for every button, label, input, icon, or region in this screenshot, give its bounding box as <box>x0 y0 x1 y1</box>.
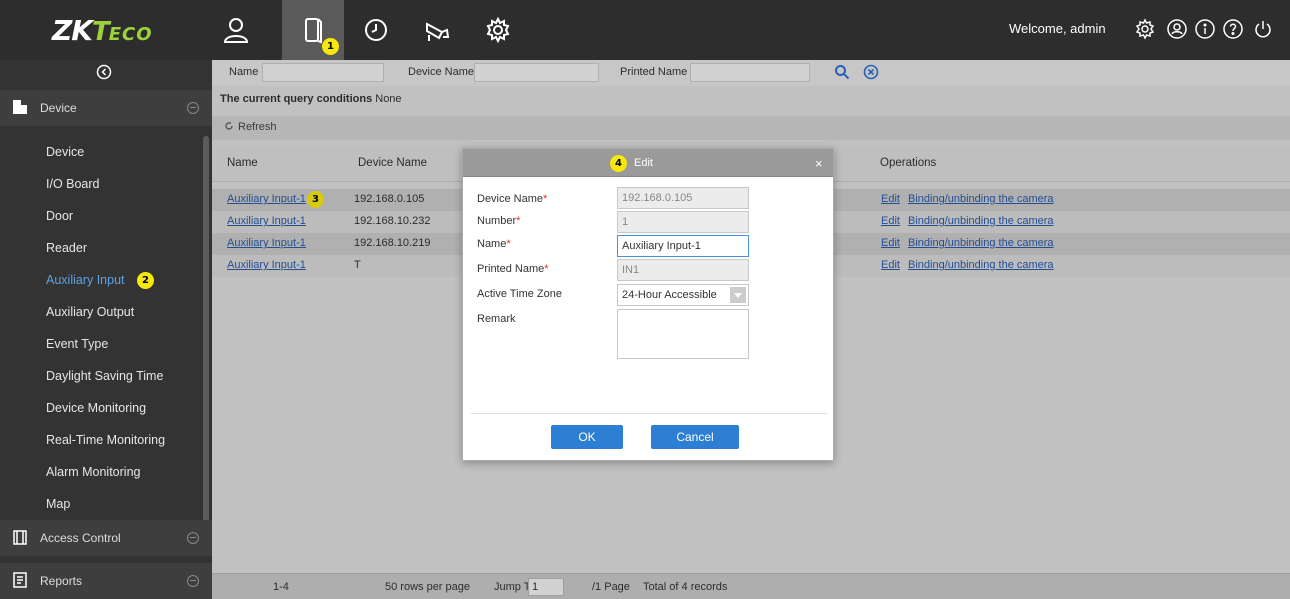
sidebar-group-reports[interactable]: Reports <box>0 563 212 599</box>
video-nav-icon[interactable] <box>406 0 468 60</box>
sidebar-item-device-monitoring[interactable]: Device Monitoring <box>0 392 200 424</box>
zkteco-logo: ZKTECO <box>52 14 153 47</box>
group-label: Reports <box>40 574 83 588</box>
sidebar-item-label: Reader <box>46 241 87 255</box>
step-marker-1: 1 <box>322 38 339 55</box>
sidebar: Device Device I/O Board Door Reader Auxiliar… <box>0 60 212 599</box>
sidebar-item-label: I/O Board <box>46 177 100 191</box>
device-icon <box>13 100 27 114</box>
personnel-nav-icon[interactable] <box>205 0 267 60</box>
group-label: Device <box>40 101 77 115</box>
dialog-title-bar[interactable]: 4 Edit × <box>463 149 833 177</box>
sidebar-item-event-type[interactable]: Event Type <box>0 328 200 360</box>
sidebar-item-auxiliary-input[interactable]: Auxiliary Input 2 <box>0 264 200 296</box>
ok-button[interactable]: OK <box>551 425 623 449</box>
number-label: Number* <box>477 215 521 227</box>
sidebar-item-label: Device Monitoring <box>46 401 147 415</box>
reports-icon <box>13 572 27 588</box>
sidebar-item-auxiliary-output[interactable]: Auxiliary Output <box>0 296 200 328</box>
sidebar-scrollbar[interactable] <box>203 136 209 551</box>
logout-power-icon[interactable] <box>1252 18 1274 40</box>
active-time-zone-select[interactable]: 24-Hour Accessible <box>617 284 749 306</box>
sidebar-item-label: Alarm Monitoring <box>46 465 141 479</box>
system-settings-nav-icon[interactable] <box>467 0 529 60</box>
collapse-group-icon[interactable] <box>187 532 199 544</box>
remark-label: Remark <box>477 313 516 325</box>
top-bar: ZKTECO 1 Welcome, admin <box>0 0 1290 60</box>
collapse-sidebar-icon[interactable] <box>96 64 112 80</box>
collapse-group-icon[interactable] <box>187 102 199 114</box>
sidebar-item-real-time-monitoring[interactable]: Real-Time Monitoring <box>0 424 200 456</box>
sidebar-item-label: Real-Time Monitoring <box>46 433 166 447</box>
printed-name-label: Printed Name* <box>477 263 549 275</box>
group-label: Access Control <box>40 531 121 545</box>
info-icon[interactable] <box>1194 18 1216 40</box>
sidebar-item-label: Door <box>46 209 74 223</box>
user-profile-icon[interactable] <box>1166 18 1188 40</box>
sidebar-item-door[interactable]: Door <box>0 200 200 232</box>
printed-name-field: IN1 <box>617 259 749 281</box>
sidebar-item-i-o-board[interactable]: I/O Board <box>0 168 200 200</box>
access-control-icon <box>13 530 27 545</box>
sidebar-item-label: Auxiliary Input <box>46 273 125 287</box>
sidebar-group-device[interactable]: Device <box>0 90 212 126</box>
sidebar-item-label: Device <box>46 145 85 159</box>
sidebar-item-label: Map <box>46 497 71 511</box>
step-marker-4: 4 <box>610 155 627 172</box>
dialog-divider <box>471 413 827 414</box>
time-attendance-nav-icon[interactable] <box>345 0 407 60</box>
sidebar-item-alarm-monitoring[interactable]: Alarm Monitoring <box>0 456 200 488</box>
edit-dialog: 4 Edit × Device Name* 192.168.0.105 Numb… <box>462 148 834 461</box>
dialog-title: Edit <box>634 157 653 169</box>
name-label: Name* <box>477 238 511 250</box>
cancel-button[interactable]: Cancel <box>651 425 739 449</box>
sidebar-item-label: Event Type <box>46 337 109 351</box>
settings-gear-icon[interactable] <box>1134 18 1156 40</box>
collapse-group-icon[interactable] <box>187 575 199 587</box>
step-marker-2: 2 <box>137 272 154 289</box>
sidebar-item-label: Auxiliary Output <box>46 305 135 319</box>
active-time-zone-label: Active Time Zone <box>477 288 562 300</box>
sidebar-item-reader[interactable]: Reader <box>0 232 200 264</box>
chevron-down-icon[interactable] <box>730 287 746 303</box>
sidebar-group-access-control[interactable]: Access Control <box>0 520 212 556</box>
sidebar-item-daylight-saving-time[interactable]: Daylight Saving Time <box>0 360 200 392</box>
sidebar-item-device[interactable]: Device <box>0 136 200 168</box>
device-name-label: Device Name* <box>477 193 548 205</box>
number-field: 1 <box>617 211 749 233</box>
welcome-text: Welcome, admin <box>1009 21 1106 36</box>
help-icon[interactable] <box>1222 18 1244 40</box>
name-input[interactable]: Auxiliary Input-1 <box>617 235 749 257</box>
sidebar-item-label: Daylight Saving Time <box>46 369 164 383</box>
close-icon[interactable]: × <box>815 156 823 171</box>
sidebar-item-map[interactable]: Map <box>0 488 200 520</box>
device-name-field: 192.168.0.105 <box>617 187 749 209</box>
remark-textarea[interactable] <box>617 309 749 359</box>
